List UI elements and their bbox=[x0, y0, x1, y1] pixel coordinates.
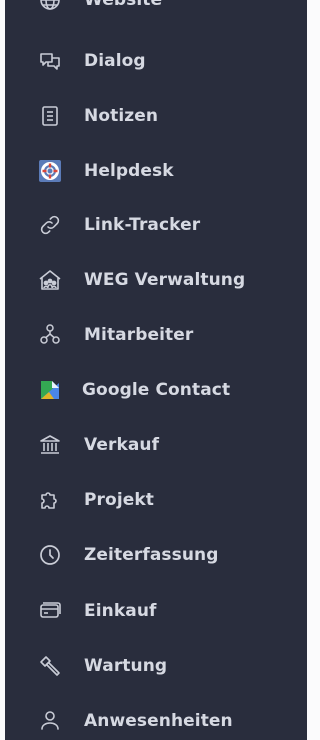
sidebar-item-label: Link-Tracker bbox=[84, 215, 201, 235]
lifebuoy-icon bbox=[38, 159, 62, 183]
hammer-icon bbox=[38, 654, 62, 678]
sidebar-item-label: Mitarbeiter bbox=[84, 325, 194, 345]
sidebar-item-label: Verkauf bbox=[84, 435, 160, 455]
sidebar-item-zeiterfassung[interactable]: Zeiterfassung bbox=[5, 533, 307, 577]
house-community-icon bbox=[38, 268, 62, 292]
sidebar-item-website[interactable]: Website bbox=[5, 0, 307, 22]
chat-bubbles-icon bbox=[38, 49, 62, 73]
puzzle-icon bbox=[38, 488, 62, 512]
sidebar-item-helpdesk[interactable]: Helpdesk bbox=[5, 149, 307, 193]
sidebar-item-label: Wartung bbox=[84, 656, 168, 676]
sidebar-item-mitarbeiter[interactable]: Mitarbeiter bbox=[5, 313, 307, 357]
sidebar-item-projekt[interactable]: Projekt bbox=[5, 478, 307, 522]
sidebar-item-google-contact[interactable]: Google Contact bbox=[5, 368, 307, 412]
sidebar-item-label: Notizen bbox=[84, 106, 159, 126]
clock-icon bbox=[38, 543, 62, 567]
notes-icon bbox=[38, 104, 62, 128]
sidebar-item-link-tracker[interactable]: Link-Tracker bbox=[5, 203, 307, 247]
sidebar-item-weg-verwaltung[interactable]: WEG Verwaltung bbox=[5, 258, 307, 302]
google-contacts-icon bbox=[38, 378, 62, 402]
globe-icon bbox=[38, 0, 62, 12]
user-check-icon bbox=[38, 709, 62, 733]
sidebar-item-label: Helpdesk bbox=[84, 161, 174, 181]
sidebar-item-label: Projekt bbox=[84, 490, 155, 510]
credit-card-icon bbox=[38, 599, 62, 623]
sidebar-item-einkauf[interactable]: Einkauf bbox=[5, 589, 307, 633]
sidebar-item-label: Dialog bbox=[84, 51, 146, 71]
sidebar-item-notizen[interactable]: Notizen bbox=[5, 94, 307, 138]
sidebar-item-label: Website bbox=[84, 0, 163, 10]
sidebar-item-anwesenheiten[interactable]: Anwesenheiten bbox=[5, 699, 307, 740]
bank-building-icon bbox=[38, 433, 62, 457]
sidebar-item-dialog[interactable]: Dialog bbox=[5, 39, 307, 83]
sidebar-item-wartung[interactable]: Wartung bbox=[5, 644, 307, 688]
sidebar-item-label: Google Contact bbox=[82, 380, 231, 400]
sidebar-nav: Website Dialog Notizen Helpdesk Link-Tra… bbox=[5, 0, 307, 740]
team-network-icon bbox=[38, 323, 62, 347]
sidebar-item-label: Einkauf bbox=[84, 601, 157, 621]
sidebar-item-label: Zeiterfassung bbox=[84, 545, 219, 565]
sidebar-item-verkauf[interactable]: Verkauf bbox=[5, 423, 307, 467]
link-icon bbox=[38, 213, 62, 237]
sidebar-item-label: WEG Verwaltung bbox=[84, 270, 246, 290]
sidebar-item-label: Anwesenheiten bbox=[84, 711, 233, 731]
